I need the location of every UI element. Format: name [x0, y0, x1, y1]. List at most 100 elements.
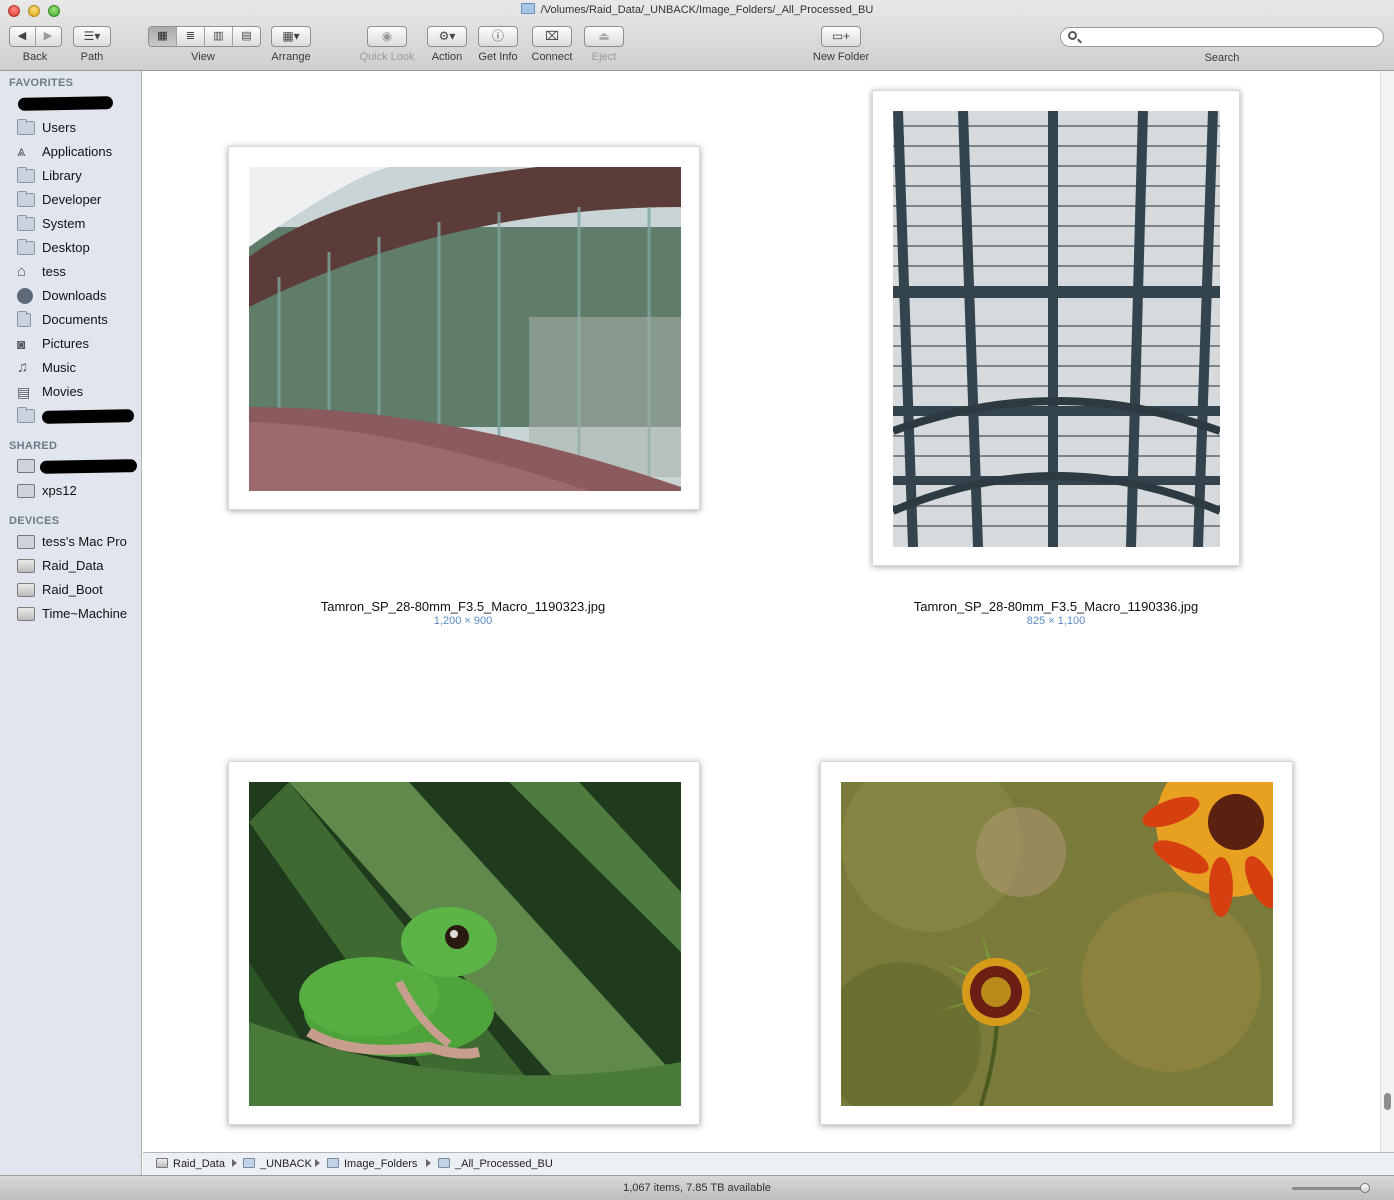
path-crumb-unback[interactable]: _UNBACK: [243, 1158, 312, 1170]
network-icon: ⌧: [545, 29, 559, 43]
column-view-icon[interactable]: ▥: [205, 27, 233, 46]
sidebar-item-downloads[interactable]: Downloads: [17, 285, 141, 307]
folder-icon: [327, 1158, 339, 1168]
action-button[interactable]: ⚙▾: [427, 26, 467, 47]
arrange-grid-icon: ▦▾: [282, 29, 300, 43]
eject-button[interactable]: ⏏: [584, 26, 624, 47]
sidebar-item-label: Raid_Boot: [42, 582, 103, 597]
sidebar-item-label: Library: [42, 168, 82, 183]
file-thumbnail[interactable]: [228, 146, 700, 510]
slider-thumb[interactable]: [1360, 1183, 1370, 1193]
path-crumb-all-processed[interactable]: _All_Processed_BU: [438, 1158, 553, 1170]
status-text: 1,067 items, 7.85 TB available: [623, 1182, 771, 1194]
computer-icon: [17, 535, 35, 549]
path-crumb-label: Raid_Data: [173, 1158, 225, 1170]
music-note-icon: ♫: [17, 359, 29, 376]
path-crumb-raid-data[interactable]: Raid_Data: [156, 1158, 225, 1170]
path-crumb-label: _All_Processed_BU: [455, 1158, 553, 1170]
file-thumbnail[interactable]: [820, 761, 1293, 1125]
path-separator-icon: [315, 1159, 320, 1167]
sidebar-item-label: Downloads: [42, 288, 107, 303]
forward-arrow-icon[interactable]: ▶: [35, 27, 61, 46]
sidebar-item-pictures[interactable]: ◙ Pictures: [17, 333, 141, 355]
back-forward-control: ◀ ▶ Back: [8, 26, 62, 66]
folder-icon: [438, 1158, 450, 1168]
sidebar-item-label: Time~Machine: [42, 606, 128, 621]
connect-label: Connect: [531, 51, 573, 63]
favorites-header: FAVORITES: [9, 77, 74, 89]
film-icon: ▤: [17, 384, 31, 400]
icon-view-content: Tamron_SP_28-80mm_F3.5_Macro_1190323.jpg…: [143, 71, 1380, 1152]
sidebar-item-label: xps12: [42, 483, 77, 498]
file-dimensions: 825 × 1,100: [1026, 615, 1086, 627]
arrange-label: Arrange: [271, 51, 311, 63]
download-arrow-icon: [17, 288, 33, 304]
file-name[interactable]: Tamron_SP_28-80mm_F3.5_Macro_1190336.jpg: [826, 599, 1286, 614]
devices-header: DEVICES: [9, 515, 60, 527]
search-input[interactable]: [1085, 30, 1379, 46]
connect-button[interactable]: ⌧: [532, 26, 572, 47]
search-label: Search: [1204, 52, 1240, 64]
path-crumb-label: _UNBACK: [260, 1158, 312, 1170]
quick-look-label: Quick Look: [359, 51, 415, 63]
sidebar-item-label: Raid_Data: [42, 558, 104, 573]
redacted-item: [17, 96, 114, 111]
path-separator-icon: [426, 1159, 431, 1167]
path-label: Path: [80, 51, 104, 63]
sidebar-item-applications[interactable]: ⩓ Applications: [17, 141, 141, 163]
folder-icon: [243, 1158, 255, 1168]
sidebar-item-mac-pro[interactable]: tess's Mac Pro: [17, 531, 141, 553]
sidebar-item-raid-data[interactable]: Raid_Data: [17, 555, 141, 577]
sidebar-item-desktop[interactable]: Desktop: [17, 237, 141, 259]
sidebar: FAVORITES Users ⩓ Applications Library De…: [0, 71, 142, 1175]
sidebar-item-raid-boot[interactable]: Raid_Boot: [17, 579, 141, 601]
monitor-icon: [17, 459, 35, 473]
path-crumb-image-folders[interactable]: Image_Folders: [327, 1158, 417, 1170]
get-info-label: Get Info: [478, 51, 518, 63]
scrollbar-thumb[interactable]: [1384, 1093, 1391, 1110]
back-label: Back: [22, 51, 48, 63]
status-bar: 1,067 items, 7.85 TB available: [0, 1175, 1394, 1200]
view-mode-control: ▦ ≣ ▥ ▤: [148, 26, 261, 47]
sidebar-item-label: System: [42, 216, 86, 231]
icon-view-icon[interactable]: ▦: [149, 27, 177, 46]
back-arrow-icon[interactable]: ◀: [9, 27, 36, 46]
sidebar-item-library[interactable]: Library: [17, 165, 141, 187]
photo-glass-building: [249, 167, 681, 491]
path-bar: Raid_Data _UNBACK Image_Folders _All_Pro…: [143, 1152, 1394, 1175]
folder-icon: [17, 191, 35, 207]
sidebar-item-music[interactable]: ♫ Music: [17, 357, 141, 379]
monitor-icon: [17, 484, 35, 498]
path-button[interactable]: ☰▾: [73, 26, 111, 47]
coverflow-view-icon[interactable]: ▤: [233, 27, 260, 46]
sidebar-item-documents[interactable]: Documents: [17, 309, 141, 331]
new-folder-button[interactable]: ▭+: [821, 26, 861, 47]
get-info-button[interactable]: ⓘ: [478, 26, 518, 47]
file-thumbnail[interactable]: [872, 90, 1240, 566]
eject-icon: ⏏: [598, 29, 610, 43]
photo-flowers: [841, 782, 1273, 1106]
folder-icon: [17, 119, 35, 135]
sidebar-item-time-machine[interactable]: Time~Machine: [17, 603, 141, 625]
quick-look-button[interactable]: ◉: [367, 26, 407, 47]
vertical-scrollbar[interactable]: [1380, 71, 1394, 1152]
eject-label: Eject: [591, 51, 617, 63]
documents-icon: [17, 311, 31, 327]
folder-icon: [520, 3, 535, 14]
sidebar-item-users[interactable]: Users: [17, 117, 141, 139]
sidebar-item-home[interactable]: ⌂ tess: [17, 261, 141, 283]
file-thumbnail[interactable]: [228, 761, 700, 1125]
window-title: /Volumes/Raid_Data/_UNBACK/Image_Folders…: [0, 3, 1394, 16]
search-field[interactable]: [1060, 27, 1384, 47]
window-titlebar: /Volumes/Raid_Data/_UNBACK/Image_Folders…: [0, 0, 1394, 71]
sidebar-item-label: Users: [42, 120, 76, 135]
arrange-button[interactable]: ▦▾: [271, 26, 311, 47]
sidebar-item-developer[interactable]: Developer: [17, 189, 141, 211]
sidebar-item-xps12[interactable]: xps12: [17, 480, 141, 502]
icon-size-slider[interactable]: [1292, 1183, 1370, 1193]
list-view-icon[interactable]: ≣: [177, 27, 205, 46]
photo-solar-ceiling: [893, 111, 1220, 547]
file-name[interactable]: Tamron_SP_28-80mm_F3.5_Macro_1190323.jpg: [233, 599, 693, 614]
sidebar-item-movies[interactable]: ▤ Movies: [17, 381, 141, 403]
sidebar-item-system[interactable]: System: [17, 213, 141, 235]
